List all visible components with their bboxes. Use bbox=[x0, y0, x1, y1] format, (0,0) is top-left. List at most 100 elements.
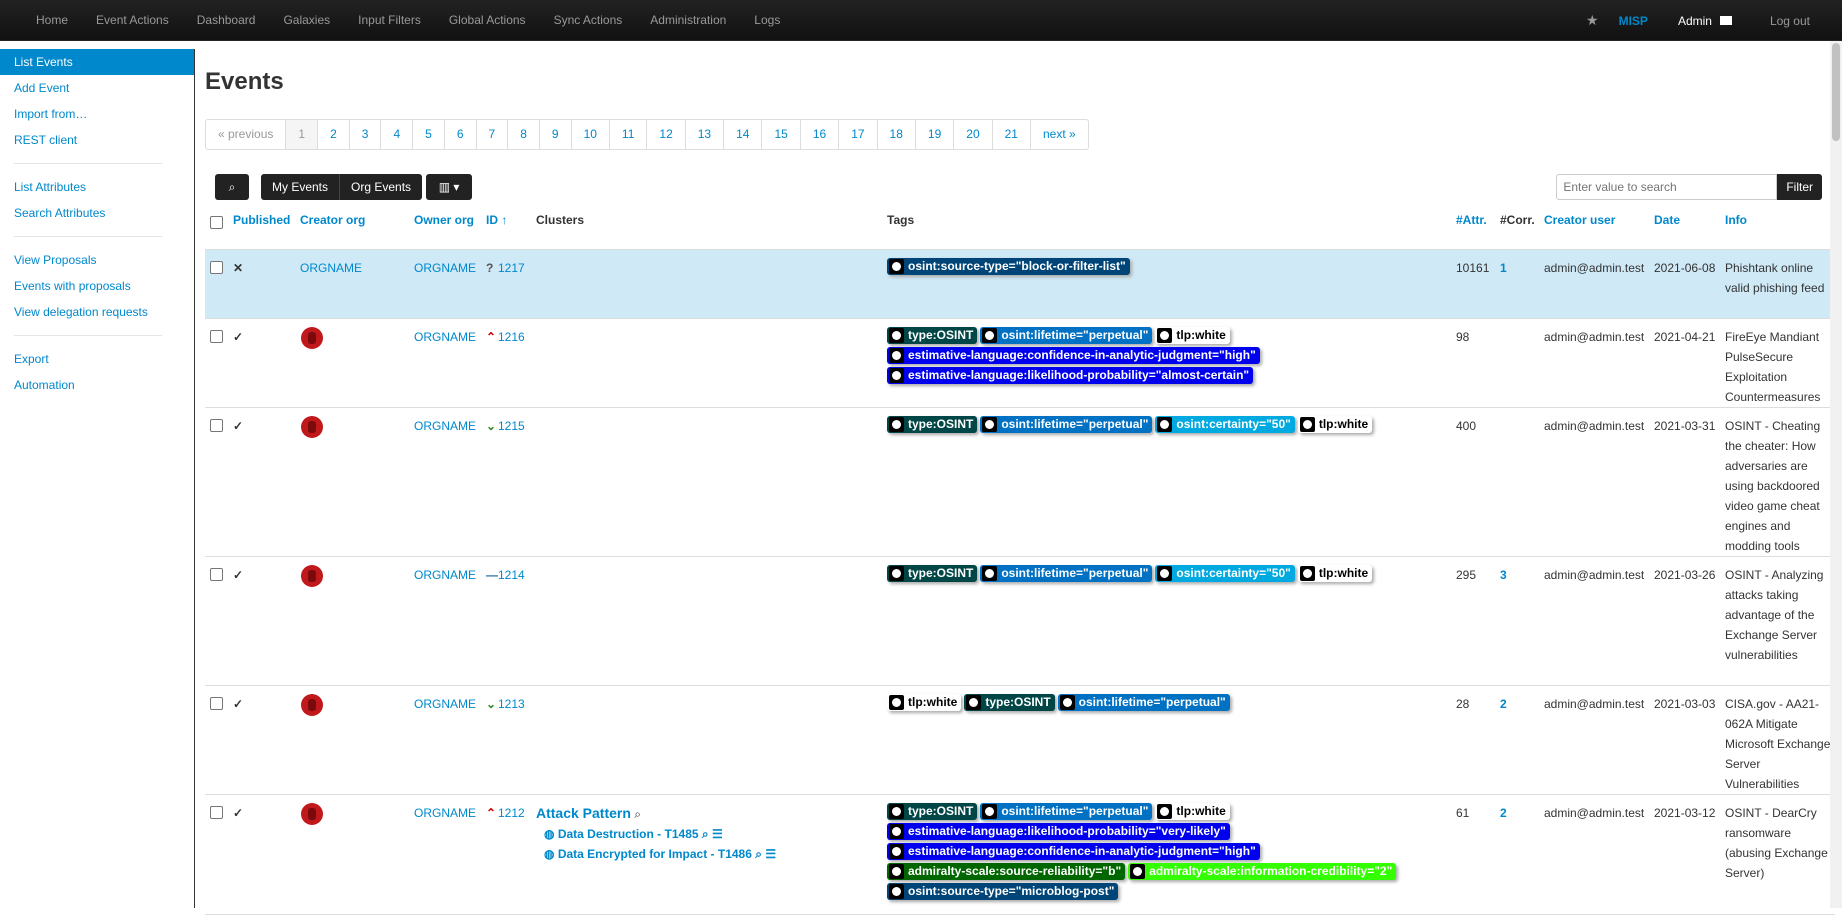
tag[interactable]: type:OSINT bbox=[964, 694, 1055, 711]
col-creator-user[interactable]: Creator user bbox=[1544, 213, 1615, 227]
org-logo[interactable] bbox=[301, 327, 323, 349]
corr-count[interactable]: 3 bbox=[1500, 565, 1507, 585]
my-events-button[interactable]: My Events bbox=[261, 174, 339, 200]
page-link[interactable]: 2 bbox=[317, 120, 349, 149]
list-icon[interactable]: ☰ bbox=[712, 827, 723, 841]
tag[interactable]: osint:certainty="50" bbox=[1155, 416, 1295, 433]
scrollbar-thumb[interactable] bbox=[1832, 43, 1840, 141]
sidebar-item-export[interactable]: Export bbox=[0, 346, 194, 372]
tag[interactable]: type:OSINT bbox=[887, 416, 978, 433]
tag[interactable]: estimative-language:likelihood-probabili… bbox=[887, 367, 1254, 384]
sidebar-item-automation[interactable]: Automation bbox=[0, 372, 194, 398]
org-events-button[interactable]: Org Events bbox=[339, 174, 422, 200]
user-link[interactable]: Admin bbox=[1678, 14, 1712, 28]
row-checkbox[interactable] bbox=[210, 806, 223, 819]
tag[interactable]: tlp:white bbox=[887, 694, 962, 711]
event-id-link[interactable]: 1214 bbox=[498, 568, 525, 582]
search-input[interactable] bbox=[1556, 174, 1778, 200]
page-link[interactable]: 6 bbox=[443, 120, 476, 149]
page-link[interactable]: 14 bbox=[723, 120, 761, 149]
tag[interactable]: estimative-language:confidence-in-analyt… bbox=[887, 843, 1260, 860]
col-published[interactable]: Published bbox=[233, 213, 290, 227]
sidebar-item-add-event[interactable]: Add Event bbox=[0, 75, 194, 101]
nav-logs[interactable]: Logs bbox=[740, 0, 794, 41]
col-date[interactable]: Date bbox=[1654, 213, 1680, 227]
row-checkbox[interactable] bbox=[210, 419, 223, 432]
row-checkbox[interactable] bbox=[210, 330, 223, 343]
tag[interactable]: osint:source-type="microblog-post" bbox=[887, 883, 1119, 900]
search-icon[interactable]: ⌕ bbox=[755, 847, 762, 861]
owner-org-link[interactable]: ORGNAME bbox=[414, 258, 476, 278]
col-creator-org[interactable]: Creator org bbox=[300, 213, 365, 227]
cluster-item[interactable]: ◍ Data Destruction - T1485 ⌕ ☰ bbox=[536, 824, 776, 844]
tag[interactable]: admiralty-scale:information-credibility=… bbox=[1128, 863, 1397, 880]
event-id-link[interactable]: 1213 bbox=[498, 697, 525, 711]
next-page-link[interactable]: next » bbox=[1029, 120, 1088, 149]
tag[interactable]: tlp:white bbox=[1155, 327, 1230, 344]
page-link[interactable]: 15 bbox=[761, 120, 799, 149]
tag[interactable]: osint:source-type="block-or-filter-list" bbox=[887, 258, 1130, 275]
page-link[interactable]: 3 bbox=[348, 120, 381, 149]
list-icon[interactable]: ☰ bbox=[765, 847, 776, 861]
scrollbar[interactable] bbox=[1830, 41, 1842, 908]
nav-input-filters[interactable]: Input Filters bbox=[344, 0, 435, 41]
page-link[interactable]: 5 bbox=[412, 120, 444, 149]
org-logo[interactable] bbox=[301, 565, 323, 587]
owner-org-link[interactable]: ORGNAME bbox=[414, 327, 476, 347]
tag[interactable]: tlp:white bbox=[1297, 416, 1373, 433]
brand-link[interactable]: MISP bbox=[1619, 14, 1648, 28]
tag[interactable]: osint:certainty="50" bbox=[1155, 565, 1295, 582]
sidebar-item-delegation-requests[interactable]: View delegation requests bbox=[0, 299, 194, 325]
col-owner-org[interactable]: Owner org bbox=[414, 213, 474, 227]
col-info[interactable]: Info bbox=[1725, 213, 1747, 227]
table-row[interactable]: ✓ ORGNAME ⌄ 1213 tlp:white type:OSINT osint… bbox=[205, 686, 1835, 795]
corr-count[interactable]: 1 bbox=[1500, 258, 1507, 278]
page-link[interactable]: 13 bbox=[684, 120, 723, 149]
nav-home[interactable]: Home bbox=[22, 0, 82, 41]
owner-org-link[interactable]: ORGNAME bbox=[414, 803, 476, 823]
corr-count[interactable]: 2 bbox=[1500, 803, 1507, 823]
page-link[interactable]: 11 bbox=[608, 120, 646, 149]
tag[interactable]: estimative-language:confidence-in-analyt… bbox=[887, 347, 1260, 364]
table-row[interactable]: ✕ ORGNAME ORGNAME ? 1217 osint:source-typ… bbox=[205, 250, 1835, 319]
col-id[interactable]: ID ↑ bbox=[486, 213, 507, 227]
owner-org-link[interactable]: ORGNAME bbox=[414, 416, 476, 436]
table-row[interactable]: ✓ ORGNAME ⌃ 1212 Attack Pattern ⌕ ◍ Data … bbox=[205, 795, 1835, 915]
page-link[interactable]: 19 bbox=[914, 120, 953, 149]
tag[interactable]: estimative-language:likelihood-probabili… bbox=[887, 823, 1230, 840]
page-link[interactable]: 21 bbox=[991, 120, 1030, 149]
event-id-link[interactable]: 1217 bbox=[498, 261, 525, 275]
tag[interactable]: type:OSINT bbox=[887, 565, 978, 582]
page-link[interactable]: 7 bbox=[475, 120, 508, 149]
page-link[interactable]: 17 bbox=[838, 120, 876, 149]
sidebar-item-rest-client[interactable]: REST client bbox=[0, 127, 194, 153]
tag[interactable]: osint:lifetime="perpetual" bbox=[980, 565, 1153, 582]
tag[interactable]: osint:lifetime="perpetual" bbox=[1057, 694, 1230, 711]
page-link[interactable]: 8 bbox=[507, 120, 539, 149]
tag[interactable]: osint:lifetime="perpetual" bbox=[980, 416, 1153, 433]
row-checkbox[interactable] bbox=[210, 697, 223, 710]
tag[interactable]: osint:lifetime="perpetual" bbox=[980, 327, 1153, 344]
page-link[interactable]: 4 bbox=[380, 120, 412, 149]
creator-org-link[interactable]: ORGNAME bbox=[300, 258, 362, 278]
event-id-link[interactable]: 1216 bbox=[498, 330, 525, 344]
nav-global-actions[interactable]: Global Actions bbox=[435, 0, 540, 41]
page-link[interactable]: 20 bbox=[953, 120, 991, 149]
page-link[interactable]: 16 bbox=[799, 120, 838, 149]
tag[interactable]: admiralty-scale:source-reliability="b" bbox=[887, 863, 1126, 880]
nav-galaxies[interactable]: Galaxies bbox=[269, 0, 344, 41]
owner-org-link[interactable]: ORGNAME bbox=[414, 565, 476, 585]
search-icon[interactable]: ⌕ bbox=[702, 827, 709, 841]
org-logo[interactable] bbox=[301, 803, 323, 825]
table-row[interactable]: ✓ ORGNAME ⌃ 1216 type:OSINT osint:lifetime… bbox=[205, 319, 1835, 408]
row-checkbox[interactable] bbox=[210, 261, 223, 274]
star-icon[interactable]: ★ bbox=[1586, 12, 1599, 29]
page-link[interactable]: 1 bbox=[285, 120, 318, 149]
row-checkbox[interactable] bbox=[210, 568, 223, 581]
table-row[interactable]: ✓ ORGNAME —1214 type:OSINT osint:lifetime… bbox=[205, 557, 1835, 686]
filter-button[interactable]: Filter bbox=[1777, 174, 1822, 200]
page-link[interactable]: 9 bbox=[538, 120, 571, 149]
prev-page-link[interactable]: « previous bbox=[206, 120, 285, 149]
corr-count[interactable]: 2 bbox=[1500, 694, 1507, 714]
page-link[interactable]: 12 bbox=[646, 120, 684, 149]
